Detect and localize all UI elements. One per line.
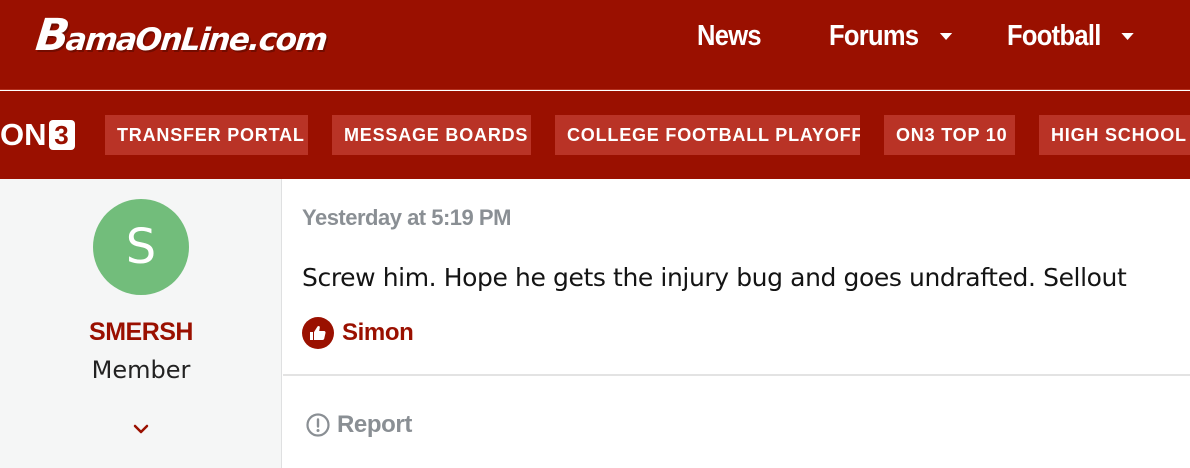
subnav-link-label: MESSAGE BOARDS	[344, 124, 529, 145]
subnav-link-label: ON3 TOP 10	[896, 124, 1008, 145]
site-header: BamaOnLine.com News Forums Football	[0, 0, 1190, 90]
reaction-summary[interactable]: Simon	[302, 316, 414, 350]
logo-text: amaOnLine.com	[64, 22, 329, 58]
subnav-link-transfer-portal[interactable]: TRANSFER PORTAL	[105, 115, 308, 155]
subnav-link-label: TRANSFER PORTAL	[117, 124, 305, 145]
chevron-down-icon	[939, 32, 952, 40]
nav-news-label: News	[697, 19, 762, 52]
report-label: Report	[337, 411, 412, 438]
post-timestamp[interactable]: Yesterday at 5:19 PM	[302, 205, 511, 231]
subnav-link-on3-top-10[interactable]: ON3 TOP 10	[884, 115, 1015, 155]
on3-logo-text: ON	[0, 117, 47, 152]
subnav-link-label: HIGH SCHOOL F	[1051, 124, 1190, 145]
report-button[interactable]: Report	[305, 408, 412, 442]
site-logo[interactable]: BamaOnLine.com	[33, 10, 329, 61]
nav-news[interactable]: News	[697, 16, 762, 56]
nav-forums-label: Forums	[829, 19, 919, 52]
on3-logo-digit: 3	[48, 120, 75, 150]
reaction-user[interactable]: Simon	[342, 319, 414, 347]
nav-football[interactable]: Football	[1007, 16, 1135, 56]
avatar-letter: S	[125, 219, 157, 275]
subnav-link-label: COLLEGE FOOTBALL PLAYOFF	[567, 124, 860, 145]
subnav-link-high-school[interactable]: HIGH SCHOOL F	[1039, 115, 1190, 155]
exclamation-circle-icon	[306, 413, 330, 437]
username[interactable]: SMERSH	[0, 318, 282, 347]
subnav-link-college-football-playoff[interactable]: COLLEGE FOOTBALL PLAYOFF	[555, 115, 860, 155]
user-title: Member	[91, 356, 191, 384]
chevron-down-icon[interactable]	[130, 418, 152, 440]
on3-logo[interactable]: ON 3	[0, 117, 75, 152]
post-body: Screw him. Hope he gets the injury bug a…	[302, 263, 1127, 292]
subnav-link-message-boards[interactable]: MESSAGE BOARDS	[332, 115, 531, 155]
avatar[interactable]: S	[93, 199, 189, 295]
thumbs-up-icon	[302, 317, 334, 349]
chevron-down-icon	[1121, 32, 1135, 40]
nav-forums[interactable]: Forums	[829, 16, 952, 56]
post-footer-divider	[283, 374, 1190, 376]
nav-football-label: Football	[1007, 19, 1101, 52]
